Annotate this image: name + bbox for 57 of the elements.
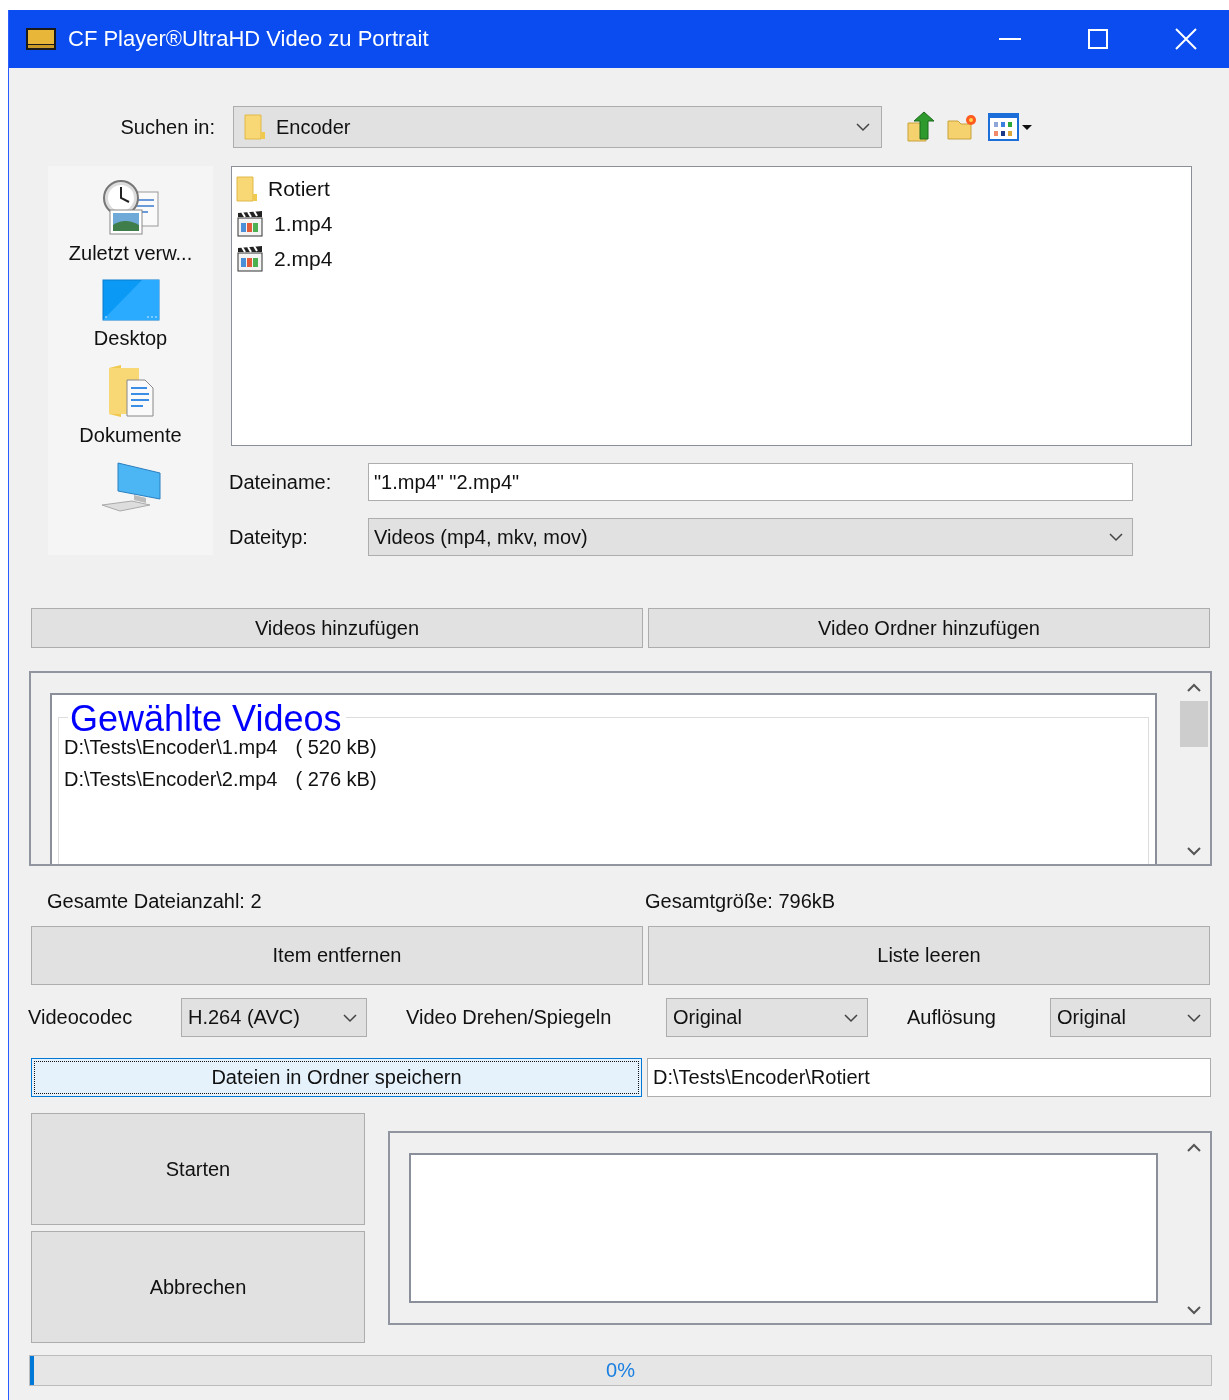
folder-icon	[244, 114, 266, 140]
option-dropdown[interactable]: Original	[1050, 998, 1211, 1037]
save-to-folder-button[interactable]: Dateien in Ordner speichern	[31, 1058, 642, 1097]
file-item[interactable]: 2.mp4	[236, 241, 333, 276]
places-item[interactable]: Zuletzt verw...	[68, 178, 193, 265]
list-button[interactable]: Item entfernen	[31, 926, 643, 985]
window-title: CF Player®UltraHD Video zu Portrait	[68, 26, 430, 52]
file-item[interactable]: 1.mp4	[236, 206, 333, 241]
close-icon	[1175, 28, 1197, 50]
file-type-dropdown[interactable]: Videos (mp4, mkv, mov)	[368, 518, 1133, 556]
progress-reading: 0%	[606, 1359, 635, 1382]
list-button[interactable]: Liste leeren	[648, 926, 1210, 985]
scroll-down-icon[interactable]	[1187, 1305, 1201, 1315]
desktop-icon	[101, 279, 160, 321]
option-label: Videocodec	[28, 1006, 134, 1029]
action-button[interactable]: Starten	[31, 1113, 365, 1225]
view-menu-icon[interactable]	[988, 113, 1034, 141]
add-button[interactable]: Video Ordner hinzufügen	[648, 608, 1210, 648]
scroll-up-icon[interactable]	[1187, 683, 1201, 693]
video-file-icon	[236, 209, 264, 238]
places-item[interactable]	[99, 461, 162, 513]
option-label: Auflösung	[906, 1006, 997, 1029]
look-in-label: Suchen in:	[120, 115, 215, 139]
video-file-icon	[236, 244, 264, 273]
scrollbar-thumb[interactable]	[1180, 701, 1208, 747]
file-item[interactable]: Rotiert	[236, 171, 330, 206]
file-count: Gesamte Dateianzahl: 2	[47, 889, 263, 913]
file-name-field[interactable]: "1.mp4" "2.mp4"	[368, 463, 1133, 501]
option-dropdown[interactable]: Original	[666, 998, 868, 1037]
chevron-down-icon	[1108, 532, 1124, 542]
minimize-icon	[999, 38, 1021, 40]
add-button[interactable]: Videos hinzufügen	[31, 608, 643, 648]
maximize-icon	[1088, 29, 1108, 49]
places-item[interactable]: Dokumente	[79, 364, 182, 447]
computer-icon	[99, 461, 162, 513]
output-folder-field[interactable]: D:\Tests\Encoder\Rotiert	[647, 1058, 1211, 1097]
chevron-down-icon	[843, 1012, 859, 1023]
folder-icon	[236, 175, 258, 202]
places-item[interactable]: Desktop	[93, 279, 168, 350]
option-dropdown[interactable]: H.264 (AVC)	[181, 998, 367, 1037]
file-path: D:\Tests\Encoder\2.mp4	[64, 767, 278, 791]
new-folder-icon[interactable]	[946, 113, 978, 141]
option-label: Video Drehen/Spiegeln	[405, 1006, 613, 1029]
file-name-label: Dateiname:	[229, 470, 333, 494]
chevron-down-icon	[1186, 1012, 1202, 1023]
documents-folder-icon	[106, 364, 155, 418]
action-button[interactable]: Abbrechen	[31, 1231, 365, 1343]
chevron-down-icon	[342, 1012, 358, 1023]
scroll-down-icon[interactable]	[1187, 846, 1201, 856]
file-type-label: Dateityp:	[229, 525, 309, 549]
look-in-dropdown[interactable]: Encoder	[233, 106, 882, 148]
chevron-down-icon	[855, 122, 871, 132]
folder-up-arrow-icon[interactable]	[906, 111, 936, 143]
total-size: Gesamtgröße: 796kB	[645, 889, 836, 913]
app-icon	[26, 28, 56, 50]
scroll-up-icon[interactable]	[1187, 1143, 1201, 1153]
file-size: ( 276 kB)	[295, 767, 377, 791]
